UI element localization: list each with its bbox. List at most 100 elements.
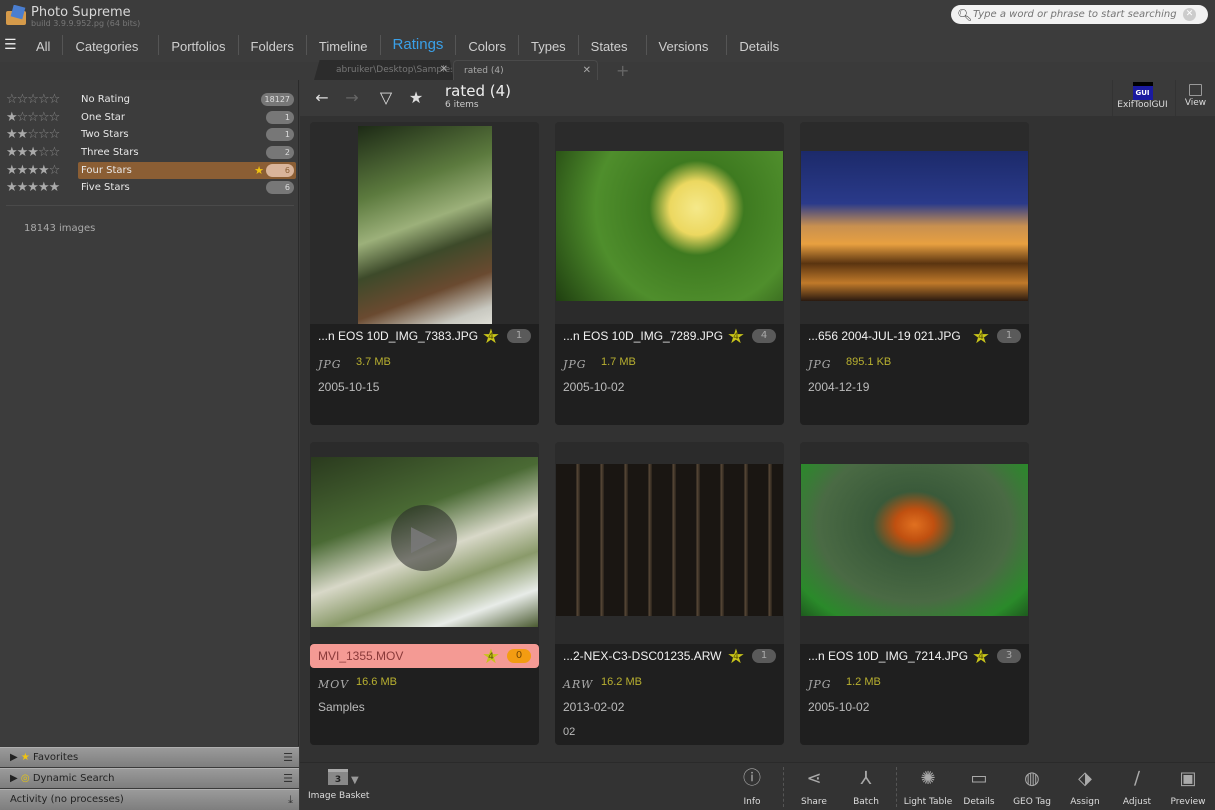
stars-5-icon: ★★★★★ xyxy=(6,180,60,195)
thumbnail-image[interactable] xyxy=(555,126,784,326)
search-box[interactable]: 🔍︎ ✕ xyxy=(951,5,1208,24)
tab-samples[interactable]: abruiker\Desktop\Samples\) ✕ xyxy=(314,60,454,80)
close-tab-icon[interactable]: ✕ xyxy=(440,60,448,80)
rating-star-icon[interactable]: ★ 4 xyxy=(726,646,746,666)
clear-search-icon[interactable]: ✕ xyxy=(1183,8,1196,21)
nav-versions[interactable]: Versions xyxy=(647,35,728,55)
rating-label: Two Stars xyxy=(81,129,129,140)
activity-label: Activity (no processes) xyxy=(10,794,124,805)
thumbnail-card[interactable]: ...2-NEX-C3-DSC01235.ARW ★ 4 1 ARW 16.2 M… xyxy=(555,442,784,745)
separator xyxy=(896,767,897,807)
rating-star-icon[interactable]: ★ 4 xyxy=(971,646,991,666)
rating-count: 6 xyxy=(266,164,294,177)
file-date: 2013-02-02 xyxy=(563,700,625,714)
nav-states[interactable]: States xyxy=(579,35,647,55)
rings-icon: ◎ xyxy=(20,773,30,784)
thumbnail-card[interactable]: ...n EOS 10D_IMG_7214.JPG ★ 4 3 JPG 1.2 M… xyxy=(800,442,1029,745)
activity-panel[interactable]: Activity (no processes) ⤓ xyxy=(0,789,299,810)
rating-value: 4 xyxy=(978,652,984,662)
assign-button[interactable]: ⬗ Assign xyxy=(1057,767,1113,807)
nav-portfolios[interactable]: Portfolios xyxy=(159,35,239,55)
rating-one-star[interactable]: ★☆☆☆☆ One Star 1 xyxy=(6,109,296,126)
view-button[interactable]: View xyxy=(1175,80,1215,116)
rating-star-icon[interactable]: ★ 4 xyxy=(481,326,501,346)
thumbnail-card[interactable]: ▶ MVI_1355.MOV ★ 4 0 MOV 16.6 MB Samples xyxy=(310,442,539,745)
rating-star-icon[interactable]: ★ 4 xyxy=(481,646,501,666)
image-basket-button[interactable]: 3 ▼ Image Basket xyxy=(308,769,369,801)
brush-icon: ∕ xyxy=(1133,768,1141,789)
tab-rated[interactable]: rated (4) ✕ xyxy=(453,60,598,80)
geo-tag-label: GEO Tag xyxy=(1013,797,1051,807)
panel-menu-icon[interactable]: ☰ xyxy=(283,769,293,789)
panel-menu-icon[interactable]: ☰ xyxy=(283,748,293,768)
rating-two-stars[interactable]: ★★☆☆☆ Two Stars 1 xyxy=(6,126,296,143)
view-label: View xyxy=(1184,98,1207,108)
dropdown-arrow-icon[interactable]: ▼ xyxy=(351,775,359,786)
filter-icon[interactable]: ▽ xyxy=(372,84,400,112)
thumbnail-image[interactable] xyxy=(800,126,1029,326)
thumbnail-image[interactable] xyxy=(800,464,1029,616)
share-button[interactable]: ⋖ Share xyxy=(786,767,842,807)
rating-five-stars[interactable]: ★★★★★ Five Stars 6 xyxy=(6,179,296,196)
stars-0-icon: ☆☆☆☆☆ xyxy=(6,92,60,107)
back-arrow-icon[interactable]: ← xyxy=(308,84,336,112)
close-tab-icon[interactable]: ✕ xyxy=(583,61,591,81)
folder-name: Samples xyxy=(318,700,365,714)
play-icon[interactable]: ▶ xyxy=(391,505,457,571)
details-button[interactable]: ▭ Details xyxy=(951,767,1007,807)
download-icon[interactable]: ⤓ xyxy=(288,790,293,810)
preview-label: Preview xyxy=(1170,797,1206,807)
nav-ratings[interactable]: Ratings xyxy=(381,35,457,55)
version-badge: 1 xyxy=(752,649,776,663)
rating-three-stars[interactable]: ★★★☆☆ Three Stars 2 xyxy=(6,144,296,161)
favorites-panel[interactable]: ▶ ★ Favorites ☰ xyxy=(0,747,299,767)
nav-details[interactable]: Details xyxy=(727,35,791,55)
search-input[interactable] xyxy=(973,9,1183,20)
browser-toolbar: ← → ▽ ★ rated (4) 6 items GUI ExifToolGU… xyxy=(300,80,1215,116)
file-type: JPG xyxy=(808,358,832,371)
adjust-button[interactable]: ∕ Adjust xyxy=(1109,767,1165,807)
nav-colors[interactable]: Colors xyxy=(456,35,519,55)
star-favorite-icon[interactable]: ★ xyxy=(402,84,430,112)
version-badge: 4 xyxy=(752,329,776,343)
globe-icon: ◍ xyxy=(1024,768,1040,789)
expand-icon[interactable]: ▶ xyxy=(10,752,18,763)
nav-categories[interactable]: Categories xyxy=(63,35,160,55)
version-badge: 1 xyxy=(507,329,531,343)
dynamic-search-panel[interactable]: ▶ ◎ Dynamic Search ☰ xyxy=(0,768,299,788)
version-badge: 1 xyxy=(997,329,1021,343)
nav-bar: ☰ All Categories Portfolios Folders Time… xyxy=(0,32,791,58)
thumbnail-card[interactable]: ...656 2004-JUL-19 021.JPG ★ 4 1 JPG 895.… xyxy=(800,122,1029,425)
thumbnail-image[interactable] xyxy=(555,464,784,616)
share-icon: ⋖ xyxy=(806,768,822,789)
version-badge: 3 xyxy=(997,649,1021,663)
info-button[interactable]: ⓘ Info xyxy=(724,767,780,807)
preview-button[interactable]: ▣ Preview xyxy=(1160,767,1215,807)
rating-star-icon[interactable]: ★ 4 xyxy=(726,326,746,346)
thumbnail-image[interactable]: ▶ xyxy=(310,456,539,628)
rating-star-icon[interactable]: ★ 4 xyxy=(971,326,991,346)
search-icon[interactable]: 🔍︎ xyxy=(957,8,973,22)
expand-icon[interactable]: ▶ xyxy=(10,773,18,784)
file-type: JPG xyxy=(563,358,587,371)
hamburger-menu-icon[interactable]: ☰ xyxy=(4,37,24,53)
image-count: 18143 images xyxy=(24,223,96,234)
rating-four-stars[interactable]: ★★★★☆ Four Stars ★ 6 xyxy=(6,162,296,179)
nav-folders[interactable]: Folders xyxy=(239,35,307,55)
thumbnail-image[interactable] xyxy=(310,126,539,326)
nav-all[interactable]: All xyxy=(24,35,64,55)
light-table-button[interactable]: ✺ Light Table xyxy=(900,767,956,807)
thumbnail-card[interactable]: ...n EOS 10D_IMG_7289.JPG ★ 4 4 JPG 1.7 M… xyxy=(555,122,784,425)
geo-tag-button[interactable]: ◍ GEO Tag xyxy=(1004,767,1060,807)
add-tab-icon[interactable]: + xyxy=(616,60,629,82)
file-type: JPG xyxy=(808,678,832,691)
rating-no-rating[interactable]: ☆☆☆☆☆ No Rating 18127 xyxy=(6,91,296,108)
nav-timeline[interactable]: Timeline xyxy=(307,35,381,55)
exiftoolgui-button[interactable]: GUI ExifToolGUI xyxy=(1112,80,1172,116)
rating-value: 4 xyxy=(733,652,739,662)
forward-arrow-icon[interactable]: → xyxy=(338,84,366,112)
ratings-sidebar: ☆☆☆☆☆ No Rating 18127 ★☆☆☆☆ One Star 1 ★… xyxy=(0,80,299,746)
batch-button[interactable]: ⅄ Batch xyxy=(838,767,894,807)
thumbnail-card[interactable]: ...n EOS 10D_IMG_7383.JPG ★ 4 1 JPG 3.7 M… xyxy=(310,122,539,425)
nav-types[interactable]: Types xyxy=(519,35,579,55)
